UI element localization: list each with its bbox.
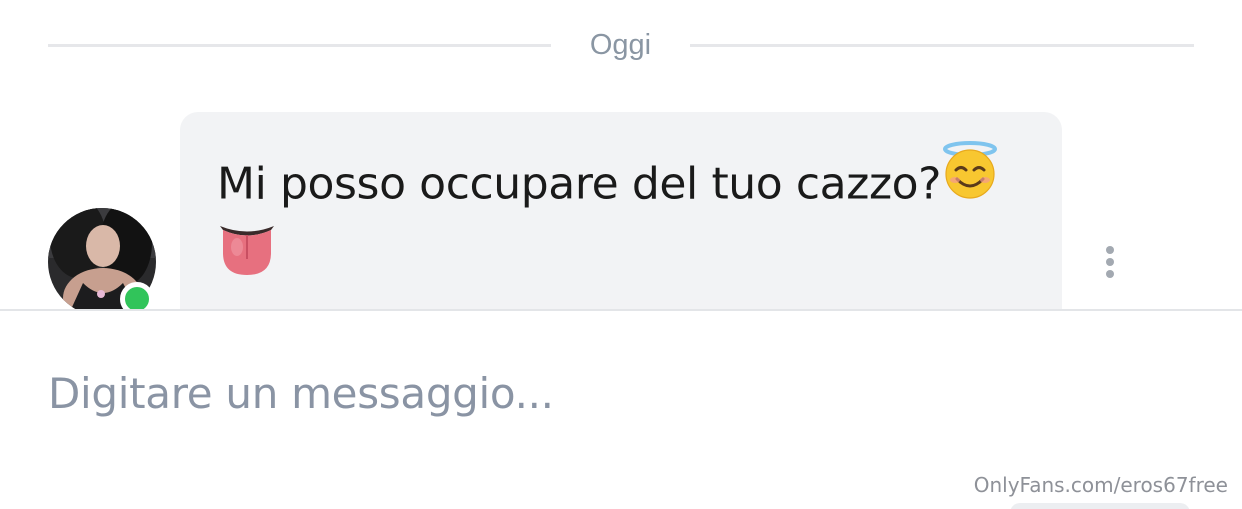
watermark: OnlyFans.com/eros67free (973, 473, 1228, 497)
date-divider-label: Oggi (589, 29, 652, 61)
message-input[interactable] (48, 363, 1048, 423)
smiling-face-with-halo-icon (941, 140, 999, 221)
divider-line-right (690, 44, 1194, 47)
divider-line-left (48, 44, 551, 47)
tongue-icon (217, 221, 277, 300)
message-list: Oggi Mi posso occupare del tuo cazzo? (0, 0, 1242, 309)
message-text: Mi posso occupare del tuo cazzo? (217, 158, 942, 210)
message-composer: OnlyFans.com/eros67free (0, 309, 1242, 509)
online-status-indicator (120, 282, 154, 309)
more-options-icon[interactable] (1098, 242, 1122, 282)
date-divider: Oggi (48, 26, 1194, 64)
message-content: Mi posso occupare del tuo cazzo? (217, 141, 1026, 306)
send-button[interactable] (1010, 503, 1190, 509)
chat-screen: Oggi Mi posso occupare del tuo cazzo? Di… (0, 0, 1242, 509)
message-bubble[interactable]: Mi posso occupare del tuo cazzo? (180, 112, 1062, 309)
